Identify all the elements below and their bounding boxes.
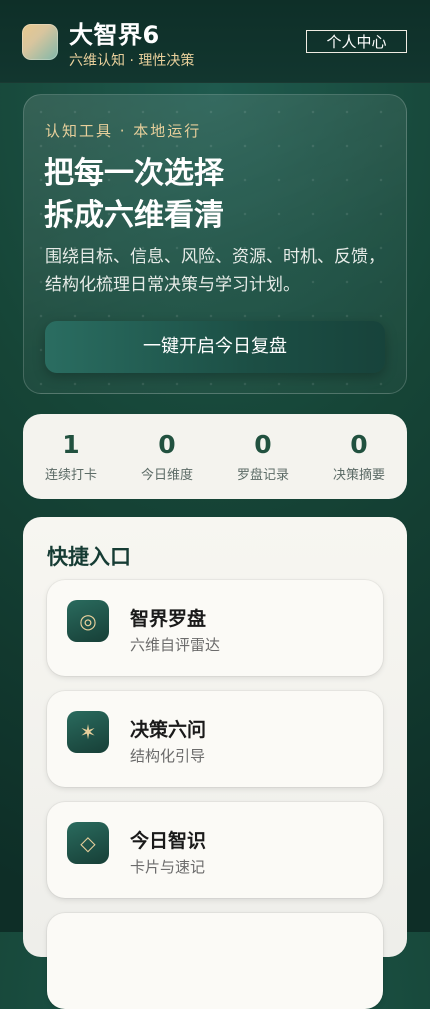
diamond-icon: ◇ <box>67 822 109 864</box>
entry-title: 今日智识 <box>130 830 207 852</box>
entry-six-questions[interactable]: ✶ 决策六问 结构化引导 <box>47 691 383 787</box>
compass-icon: ◎ <box>67 600 109 642</box>
hero-card: 认知工具 · 本地运行 把每一次选择 拆成六维看清 围绕目标、信息、风险、资源、… <box>23 94 407 394</box>
app-header: 大智界6 六维认知 · 理性决策 个人中心 <box>0 0 430 83</box>
stat-value: 0 <box>158 430 176 459</box>
app-subtitle: 六维认知 · 理性决策 <box>69 53 195 69</box>
quick-entry-panel: 快捷入口 ◎ 智界罗盘 六维自评雷达 ✶ 决策六问 结构化引导 ◇ 今日智识 卡… <box>23 517 407 1009</box>
hero-title: 把每一次选择 拆成六维看清 <box>44 153 224 237</box>
start-review-button[interactable]: 一键开启今日复盘 <box>45 321 385 373</box>
stat-dimensions: 0 今日维度 <box>122 430 212 483</box>
stat-streak: 1 连续打卡 <box>26 430 116 483</box>
profile-button[interactable]: 个人中心 <box>306 30 407 53</box>
hero-description: 围绕目标、信息、风险、资源、时机、反馈，结构化梳理日常决策与学习计划。 <box>45 247 385 295</box>
entry-title: 智界罗盘 <box>130 608 207 630</box>
hero-tag: 认知工具 · 本地运行 <box>45 122 202 140</box>
stat-value: 0 <box>350 430 368 459</box>
hero-title-line2: 拆成六维看清 <box>44 198 224 233</box>
stat-value: 1 <box>62 430 80 459</box>
app-logo-icon <box>22 24 58 60</box>
stat-compass-records: 0 罗盘记录 <box>218 430 308 483</box>
entry-daily-knowledge[interactable]: ◇ 今日智识 卡片与速记 <box>47 802 383 898</box>
stat-label: 今日维度 <box>140 468 193 483</box>
stat-label: 连续打卡 <box>44 468 97 483</box>
entry-subtitle: 卡片与速记 <box>130 858 206 876</box>
stats-card: 1 连续打卡 0 今日维度 0 罗盘记录 0 决策摘要 <box>23 414 407 499</box>
stat-label: 罗盘记录 <box>236 468 289 483</box>
hero-title-line1: 把每一次选择 <box>44 156 224 191</box>
app-title: 大智界6 <box>69 21 160 49</box>
stat-value: 0 <box>254 430 272 459</box>
quick-entry-title: 快捷入口 <box>47 545 131 569</box>
stat-decision-summaries: 0 决策摘要 <box>314 430 404 483</box>
entry-title: 决策六问 <box>130 719 207 741</box>
entry-subtitle: 六维自评雷达 <box>130 636 221 654</box>
entry-compass[interactable]: ◎ 智界罗盘 六维自评雷达 <box>47 580 383 676</box>
entry-partial[interactable] <box>47 913 383 1009</box>
entry-subtitle: 结构化引导 <box>130 747 206 765</box>
star-icon: ✶ <box>67 711 109 753</box>
stat-label: 决策摘要 <box>332 468 385 483</box>
